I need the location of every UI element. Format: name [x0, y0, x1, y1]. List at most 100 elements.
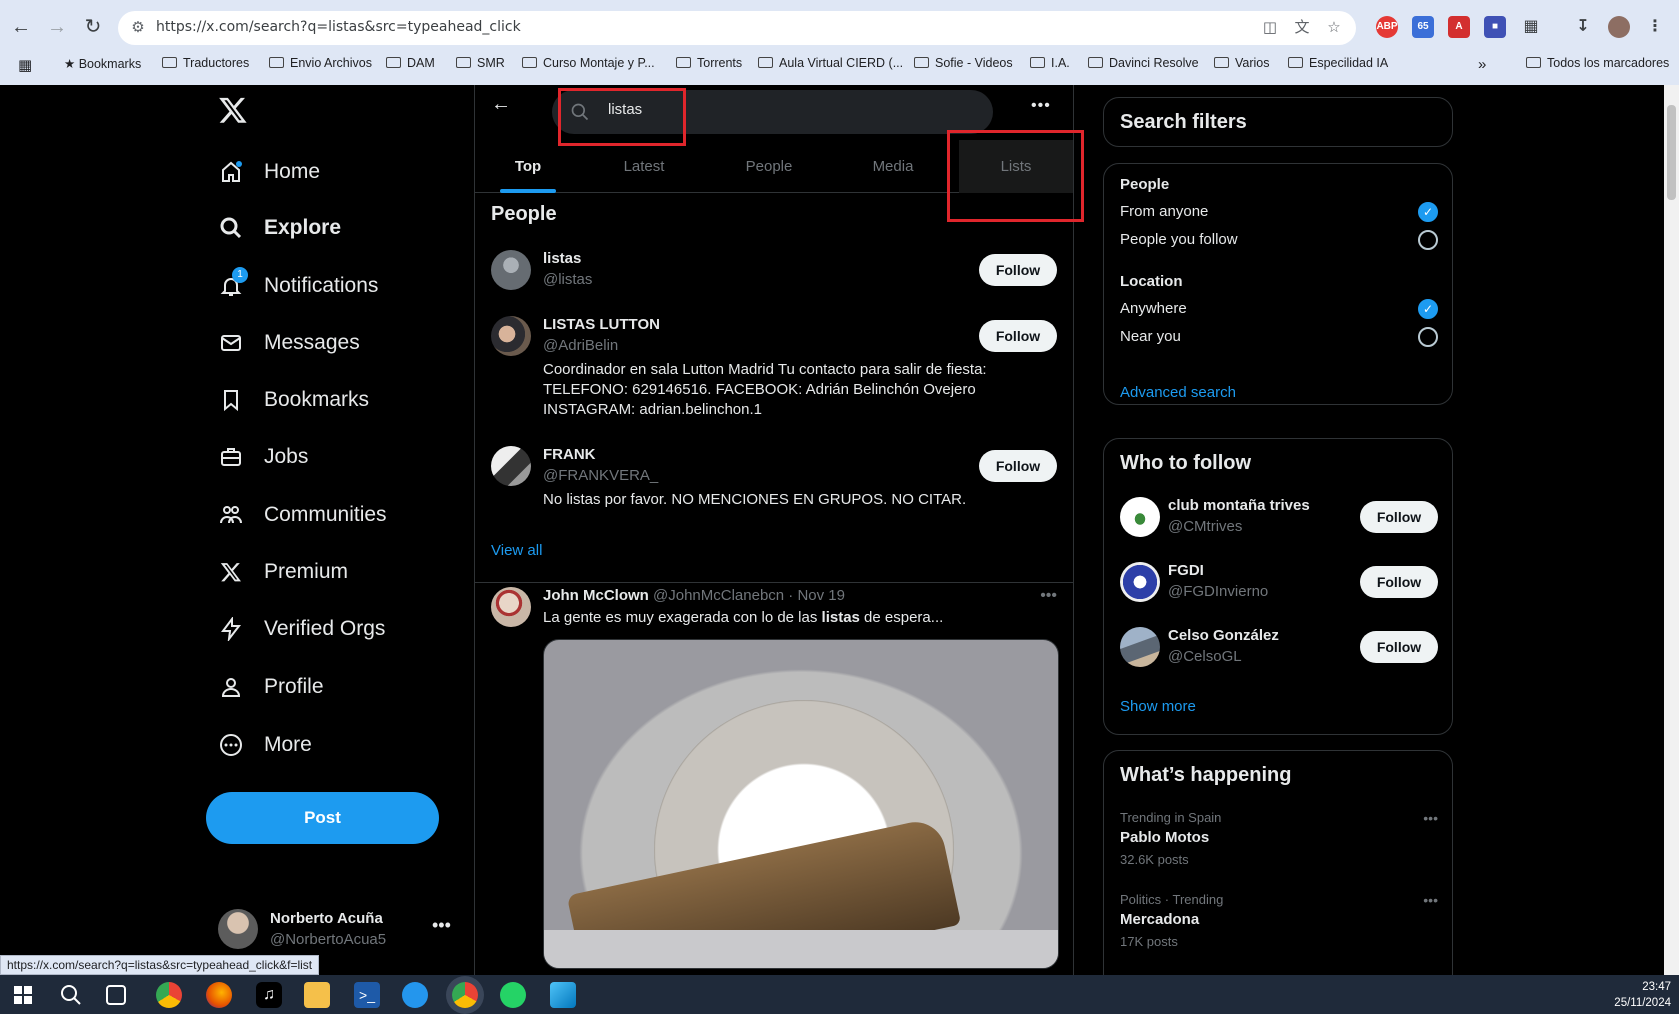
windows-start-icon[interactable] — [10, 982, 36, 1008]
nav-messages[interactable]: Messages — [218, 323, 360, 363]
adblock-icon[interactable]: ABP — [1376, 16, 1398, 38]
post-button[interactable]: Post — [206, 792, 439, 844]
nav-explore[interactable]: Explore — [218, 208, 341, 248]
nav-communities[interactable]: Communities — [218, 495, 387, 535]
bookmark-item[interactable]: Sofie - Videos — [914, 56, 1013, 70]
x-logo-icon[interactable] — [218, 95, 248, 125]
more-dots-icon[interactable]: ••• — [1040, 587, 1057, 605]
whatsapp-icon[interactable] — [500, 982, 526, 1008]
radio-button[interactable] — [1418, 327, 1438, 347]
view-all-link[interactable]: View all — [491, 542, 542, 559]
nav-profile[interactable]: Profile — [218, 667, 324, 707]
reload-icon[interactable]: ↻ — [80, 14, 106, 40]
extension-badge-icon[interactable]: 65 — [1412, 16, 1434, 38]
filter-option[interactable]: Anywhere — [1120, 300, 1187, 317]
person-row[interactable]: LISTAS LUTTON @AdriBelin Coordinador en … — [491, 316, 1057, 426]
system-clock[interactable]: 23:47 25/11/2024 — [1614, 979, 1671, 1011]
bookmark-item[interactable]: DAM — [386, 56, 435, 70]
bookmark-item[interactable]: Torrents — [676, 56, 742, 70]
suggested-account[interactable]: FGDI @FGDInvierno Follow — [1120, 560, 1438, 604]
nav-verified-orgs[interactable]: Verified Orgs — [218, 609, 385, 649]
tab-latest[interactable]: Latest — [581, 140, 707, 193]
task-view-icon[interactable] — [106, 985, 126, 1005]
bookmark-item[interactable]: SMR — [456, 56, 505, 70]
advanced-search-link[interactable]: Advanced search — [1120, 384, 1236, 401]
suggested-account[interactable]: Celso González @CelsoGL Follow — [1120, 625, 1438, 669]
check-icon[interactable]: ✓ — [1418, 202, 1438, 222]
nav-home[interactable]: Home — [218, 152, 320, 192]
check-icon[interactable]: ✓ — [1418, 299, 1438, 319]
more-dots-icon[interactable]: ••• — [1031, 97, 1051, 115]
bookmark-item[interactable]: Especilidad IA — [1288, 56, 1388, 70]
scrollbar-thumb[interactable] — [1667, 105, 1676, 200]
bookmark-item[interactable]: Davinci Resolve — [1088, 56, 1199, 70]
search-icon[interactable] — [58, 982, 84, 1008]
follow-button[interactable]: Follow — [1360, 631, 1438, 663]
chrome-active-icon[interactable] — [452, 982, 478, 1008]
tweet[interactable]: John McClown @JohnMcClanebcn · Nov 19 ••… — [491, 587, 1059, 977]
filter-option[interactable]: From anyone — [1120, 203, 1208, 220]
extensions-puzzle-icon[interactable]: ▦ — [1520, 16, 1542, 38]
nav-jobs[interactable]: Jobs — [218, 437, 308, 477]
tab-media[interactable]: Media — [831, 140, 955, 193]
page-scrollbar[interactable] — [1664, 85, 1679, 975]
site-info-icon[interactable]: ⚙ — [128, 18, 148, 38]
show-more-link[interactable]: Show more — [1120, 698, 1196, 715]
back-arrow-icon[interactable]: ← — [8, 14, 34, 40]
omnibox[interactable]: ⚙ https://x.com/search?q=listas&src=type… — [118, 11, 1356, 45]
bookmark-item[interactable]: Aula Virtual CIERD (... — [758, 56, 903, 70]
follow-button[interactable]: Follow — [979, 450, 1057, 482]
more-bookmarks-chevron-icon[interactable]: » — [1478, 56, 1486, 73]
star-icon[interactable]: ☆ — [1324, 18, 1344, 38]
nav-notifications[interactable]: 1 Notifications — [218, 266, 378, 306]
follow-button[interactable]: Follow — [1360, 566, 1438, 598]
suggested-account[interactable]: club montaña trives @CMtrives Follow — [1120, 495, 1438, 539]
more-dots-icon[interactable]: ••• — [1423, 810, 1438, 826]
bookmark-item[interactable]: I.A. — [1030, 56, 1070, 70]
chrome-icon[interactable] — [156, 982, 182, 1008]
nav-bookmarks[interactable]: Bookmarks — [218, 380, 369, 420]
more-dots-icon[interactable]: ••• — [432, 915, 451, 936]
follow-button[interactable]: Follow — [979, 320, 1057, 352]
url-text[interactable]: https://x.com/search?q=listas&src=typeah… — [156, 19, 521, 35]
photos-icon[interactable] — [550, 982, 576, 1008]
tweet-image[interactable] — [543, 639, 1059, 969]
account-switcher[interactable]: Norberto Acuña @NorbertoAcua5 ••• — [218, 907, 458, 951]
bookmark-item[interactable]: Envio Archivos — [269, 56, 372, 70]
profile-avatar-icon[interactable] — [1608, 16, 1630, 38]
pdf-icon[interactable]: A — [1448, 16, 1470, 38]
bookmark-item[interactable]: Varios — [1214, 56, 1270, 70]
trend-item[interactable]: Politics · Trending Mercadona 17K posts … — [1120, 892, 1438, 949]
file-explorer-icon[interactable] — [304, 982, 330, 1008]
download-icon[interactable]: ↧ — [1572, 16, 1594, 38]
person-row[interactable]: FRANK @FRANKVERA_ No listas por favor. N… — [491, 446, 1057, 518]
bookmark-item[interactable]: Curso Montaje y P... — [522, 56, 655, 70]
tab-people[interactable]: People — [707, 140, 831, 193]
chrome-menu-icon[interactable]: ⋮ — [1644, 16, 1666, 38]
bookmark-ext-icon[interactable]: ■ — [1484, 16, 1506, 38]
nav-premium[interactable]: Premium — [218, 552, 348, 592]
filter-option[interactable]: Near you — [1120, 328, 1181, 345]
more-dots-icon[interactable]: ••• — [1423, 892, 1438, 908]
radio-button[interactable] — [1418, 230, 1438, 250]
powershell-icon[interactable]: >_ — [354, 982, 380, 1008]
follow-button[interactable]: Follow — [1360, 501, 1438, 533]
tiktok-icon[interactable]: ♫ — [256, 982, 282, 1008]
install-icon[interactable]: ◫ — [1260, 18, 1280, 38]
nav-more[interactable]: More — [218, 725, 312, 765]
tweet-author[interactable]: John McClown — [543, 587, 649, 604]
docker-icon[interactable] — [402, 982, 428, 1008]
trend-item[interactable]: Trending in Spain Pablo Motos 32.6K post… — [1120, 810, 1438, 867]
back-arrow-icon[interactable]: ← — [491, 93, 511, 116]
translate-icon[interactable]: 文 — [1292, 18, 1312, 38]
apps-grid-icon[interactable]: ▦ — [18, 56, 32, 74]
tab-top[interactable]: Top — [475, 140, 581, 193]
bookmark-item[interactable]: Traductores — [162, 56, 249, 70]
bookmark-item[interactable]: ★ Bookmarks — [64, 56, 141, 71]
forward-arrow-icon[interactable]: → — [44, 14, 70, 40]
all-bookmarks[interactable]: Todos los marcadores — [1526, 56, 1669, 70]
firefox-icon[interactable] — [206, 982, 232, 1008]
follow-button[interactable]: Follow — [979, 254, 1057, 286]
person-row[interactable]: listas @listas Follow — [491, 250, 1057, 294]
filter-option[interactable]: People you follow — [1120, 231, 1238, 248]
